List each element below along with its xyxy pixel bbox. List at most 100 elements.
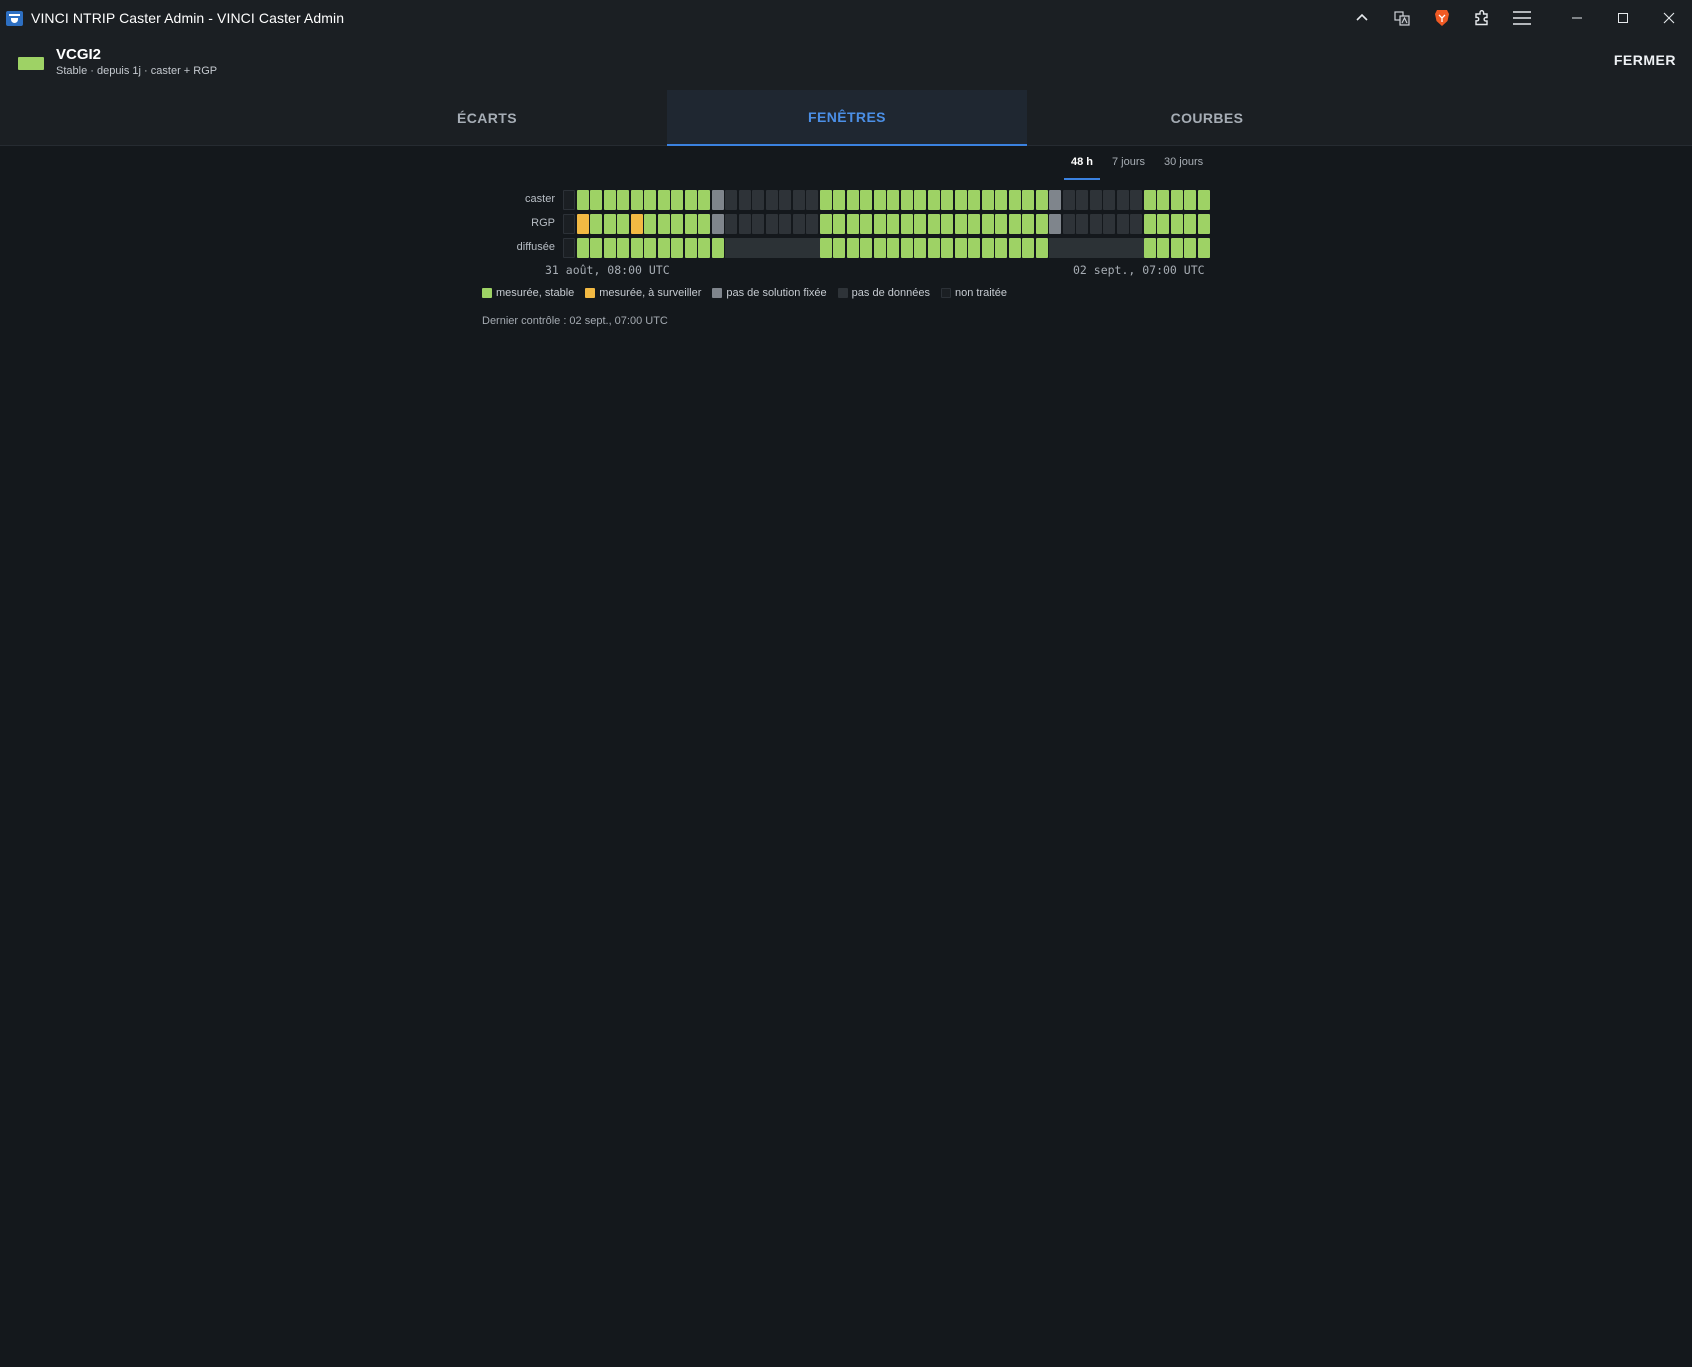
cell-stable[interactable] (819, 190, 832, 210)
cell-stable[interactable] (1170, 214, 1183, 234)
cell-stable[interactable] (698, 190, 710, 210)
cell-stable[interactable] (684, 238, 697, 258)
cell-stable[interactable] (1184, 214, 1196, 234)
cell-stable[interactable] (1022, 214, 1034, 234)
cell-stable[interactable] (887, 190, 899, 210)
minimize-icon[interactable] (1554, 0, 1600, 36)
cell-stable[interactable] (576, 238, 589, 258)
cell-stable[interactable] (981, 190, 994, 210)
cell-no-data[interactable] (752, 214, 764, 234)
cell-stable[interactable] (927, 238, 940, 258)
chevron-up-icon[interactable] (1342, 0, 1382, 36)
cell-stable[interactable] (1008, 190, 1021, 210)
cell-stable[interactable] (1157, 214, 1169, 234)
cell-no-data[interactable] (752, 238, 766, 258)
cell-stable[interactable] (590, 238, 602, 258)
cell-stable[interactable] (630, 238, 643, 258)
cell-no-data[interactable] (1103, 190, 1115, 210)
cell-stable[interactable] (671, 190, 683, 210)
cell-stable[interactable] (1143, 190, 1156, 210)
cell-stable[interactable] (657, 238, 670, 258)
cell-stable[interactable] (1184, 238, 1196, 258)
cell-stable[interactable] (603, 238, 616, 258)
cell-stable[interactable] (657, 214, 670, 234)
cell-stable[interactable] (981, 238, 994, 258)
cell-stable[interactable] (644, 238, 656, 258)
cell-stable[interactable] (995, 190, 1007, 210)
cell-no-fix[interactable] (1049, 214, 1061, 234)
cell-no-fix[interactable] (1049, 190, 1061, 210)
cell-no-data[interactable] (765, 214, 778, 234)
cell-untreated[interactable] (563, 190, 575, 210)
cell-stable[interactable] (603, 214, 616, 234)
cell-no-data[interactable] (806, 214, 818, 234)
cell-no-data[interactable] (738, 190, 751, 210)
cell-stable[interactable] (968, 214, 980, 234)
cell-stable[interactable] (954, 190, 967, 210)
cell-stable[interactable] (671, 238, 683, 258)
translate-icon[interactable] (1382, 0, 1422, 36)
cell-stable[interactable] (873, 190, 886, 210)
cell-stable[interactable] (1197, 238, 1210, 258)
cell-no-fix[interactable] (711, 190, 724, 210)
cell-no-data[interactable] (792, 238, 807, 258)
cell-stable[interactable] (860, 238, 872, 258)
cell-no-data[interactable] (806, 238, 820, 258)
cell-stable[interactable] (887, 214, 899, 234)
close-button[interactable]: FERMER (1614, 52, 1676, 68)
cell-stable[interactable] (1035, 190, 1048, 210)
tab-fenetres[interactable]: FENÊTRES (667, 90, 1027, 146)
cell-no-data[interactable] (779, 214, 791, 234)
cell-stable[interactable] (873, 214, 886, 234)
cell-no-data[interactable] (765, 190, 778, 210)
cell-stable[interactable] (995, 214, 1007, 234)
cell-stable[interactable] (833, 190, 845, 210)
cell-stable[interactable] (900, 190, 913, 210)
puzzle-icon[interactable] (1462, 0, 1502, 36)
cell-no-data[interactable] (1116, 238, 1131, 258)
cell-stable[interactable] (576, 190, 589, 210)
cell-no-data[interactable] (738, 238, 753, 258)
cell-stable[interactable] (1022, 190, 1034, 210)
cell-no-data[interactable] (1130, 238, 1144, 258)
brave-lion-icon[interactable] (1422, 0, 1462, 36)
cell-no-data[interactable] (725, 190, 737, 210)
cell-stable[interactable] (644, 190, 656, 210)
cell-stable[interactable] (914, 214, 926, 234)
cell-stable[interactable] (819, 214, 832, 234)
cell-no-data[interactable] (725, 238, 739, 258)
cell-stable[interactable] (846, 238, 859, 258)
cell-no-data[interactable] (1076, 190, 1088, 210)
cell-stable[interactable] (1022, 238, 1034, 258)
cell-stable[interactable] (1197, 214, 1210, 234)
cell-stable[interactable] (900, 214, 913, 234)
cell-no-data[interactable] (1076, 214, 1088, 234)
cell-stable[interactable] (833, 238, 845, 258)
cell-stable[interactable] (887, 238, 899, 258)
cell-watch[interactable] (630, 214, 643, 234)
cell-stable[interactable] (860, 214, 872, 234)
cell-stable[interactable] (698, 214, 710, 234)
cell-stable[interactable] (941, 190, 953, 210)
cell-stable[interactable] (860, 190, 872, 210)
cell-no-data[interactable] (1130, 214, 1142, 234)
cell-no-data[interactable] (1103, 214, 1115, 234)
cell-stable[interactable] (968, 190, 980, 210)
cell-no-data[interactable] (792, 214, 805, 234)
cell-stable[interactable] (914, 190, 926, 210)
cell-stable[interactable] (954, 214, 967, 234)
maximize-icon[interactable] (1600, 0, 1646, 36)
cell-no-data[interactable] (1076, 238, 1090, 258)
cell-stable[interactable] (644, 214, 656, 234)
cell-stable[interactable] (617, 190, 629, 210)
cell-untreated[interactable] (563, 214, 575, 234)
range-7-jours[interactable]: 7 jours (1112, 156, 1145, 180)
cell-stable[interactable] (846, 190, 859, 210)
cell-watch[interactable] (576, 214, 589, 234)
cell-stable[interactable] (1008, 238, 1021, 258)
cell-no-data[interactable] (1103, 238, 1117, 258)
cell-stable[interactable] (684, 190, 697, 210)
cell-stable[interactable] (981, 214, 994, 234)
cell-no-data[interactable] (1089, 238, 1104, 258)
tab-courbes[interactable]: COURBES (1027, 90, 1387, 146)
